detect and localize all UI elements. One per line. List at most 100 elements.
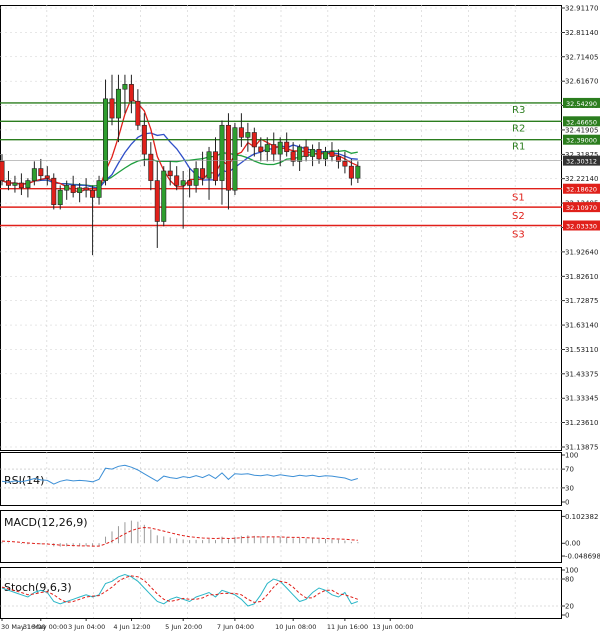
candle-body — [5, 180, 11, 186]
price-tick-label: 31.43375 — [565, 370, 598, 378]
candle — [44, 166, 50, 186]
level-name-r3: R3 — [512, 105, 525, 116]
candle — [335, 149, 341, 169]
level-price-label-s1: 32.18620 — [566, 186, 597, 194]
candle-body — [180, 180, 186, 186]
candle-body — [0, 161, 5, 181]
indicator-tick-label-stoch: 100 — [565, 567, 578, 575]
indicator-tick-label-macd: -0.048698 — [565, 553, 600, 561]
candle-body — [238, 127, 244, 138]
indicator-tick-label-macd: 0.00 — [565, 540, 581, 548]
candle — [109, 74, 115, 126]
candle — [103, 79, 109, 186]
candle — [206, 146, 212, 200]
candle — [122, 74, 128, 114]
candle — [322, 146, 328, 167]
candle-body — [329, 151, 335, 157]
time-axis-label: 4 Jun 12:00 — [113, 623, 150, 631]
candle — [18, 173, 24, 196]
indicator-title-rsi: RSI(14) — [4, 474, 44, 487]
candle — [161, 166, 167, 227]
candle-body — [18, 182, 24, 189]
candle — [238, 113, 244, 147]
candle-body — [161, 170, 167, 222]
candle-body — [115, 88, 121, 119]
level-name-s1: S1 — [512, 193, 525, 204]
candle-body — [96, 180, 102, 198]
candle-body — [44, 175, 50, 179]
trading-chart: 32.9117032.8114032.7140532.6167032.51640… — [0, 5, 600, 631]
current-price-label: 32.30312 — [566, 158, 597, 166]
level-price-label-r1: 32.39000 — [566, 137, 597, 145]
level-name-r2: R2 — [512, 123, 525, 134]
candle — [219, 120, 225, 205]
candle-body — [154, 180, 160, 222]
indicator-tick-label-stoch: 0 — [565, 612, 569, 620]
candle-body — [70, 185, 76, 193]
candle — [135, 89, 141, 131]
candle-body — [200, 168, 206, 179]
indicator-title-macd: MACD(12,26,9) — [4, 516, 88, 529]
candle — [284, 132, 290, 157]
candle — [90, 185, 96, 256]
candle-body — [342, 161, 348, 167]
price-tick-label: 31.13875 — [565, 444, 598, 452]
time-axis-label: 5 Jun 20:00 — [165, 623, 202, 631]
candle — [245, 122, 251, 152]
candle — [83, 178, 89, 198]
price-tick-label: 32.61670 — [565, 78, 598, 86]
price-tick-label: 31.53110 — [565, 346, 598, 354]
candle-body — [90, 189, 96, 198]
candle — [187, 168, 193, 198]
price-tick-label: 31.82610 — [565, 273, 598, 281]
candle-body — [251, 132, 257, 148]
candle-body — [271, 144, 277, 155]
candle — [70, 175, 76, 198]
price-tick-label: 32.22140 — [565, 175, 598, 183]
candle-body — [316, 149, 322, 160]
price-tick-label: 31.63140 — [565, 322, 598, 330]
candle-body — [38, 168, 44, 177]
candle — [51, 173, 57, 210]
indicator-tick-label-rsi: 100 — [565, 452, 578, 460]
candle-body — [25, 180, 31, 189]
candle — [329, 142, 335, 162]
macd-signal-line — [1, 526, 358, 547]
candle-body — [355, 165, 361, 179]
candle-body — [303, 146, 309, 157]
candle-body — [135, 100, 141, 126]
candle — [12, 175, 18, 193]
candle-body — [57, 189, 63, 205]
candle-body — [277, 141, 283, 155]
candle — [128, 74, 134, 114]
candle — [232, 122, 238, 196]
level-price-label-s2: 32.10970 — [566, 204, 597, 212]
candle — [303, 139, 309, 162]
candle-body — [258, 146, 264, 153]
candle-body — [187, 180, 193, 186]
candle-body — [12, 182, 18, 186]
candle-body — [167, 170, 173, 177]
price-tick-label: 32.81140 — [565, 29, 598, 37]
candle — [310, 144, 316, 167]
candle-body — [264, 144, 270, 153]
price-tick-label: 31.92640 — [565, 248, 598, 256]
candle-body — [148, 153, 154, 181]
candle-body — [245, 132, 251, 138]
candle — [213, 137, 219, 186]
candle — [225, 113, 231, 210]
price-tick-label: 31.72875 — [565, 297, 598, 305]
candle-body — [193, 168, 199, 186]
level-price-label-s3: 32.03330 — [566, 223, 597, 231]
candle-body — [348, 165, 354, 179]
candle-body — [109, 98, 115, 119]
candle — [38, 158, 44, 181]
price-tick-label: 31.33345 — [565, 395, 598, 403]
candle — [264, 137, 270, 162]
candles — [0, 74, 361, 256]
indicator-tick-label-rsi: 70 — [565, 466, 574, 474]
level-name-s2: S2 — [512, 211, 525, 222]
candle-body — [141, 124, 147, 155]
time-axis-label: 7 Jun 04:00 — [217, 623, 254, 631]
candle-body — [290, 151, 296, 162]
